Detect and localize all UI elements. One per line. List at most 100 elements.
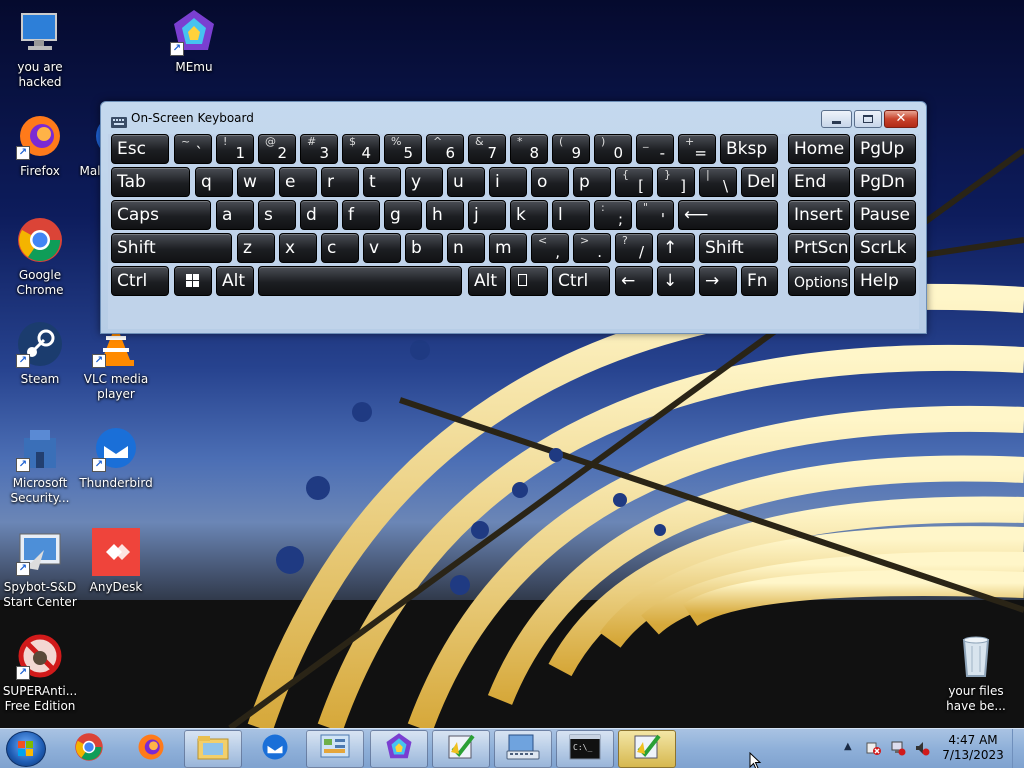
key-3[interactable]: #3 (300, 134, 338, 164)
key-v[interactable]: v (363, 233, 401, 263)
key-caps[interactable]: Caps (111, 200, 211, 230)
key-symbol-3-11[interactable]: ↑ (657, 233, 695, 263)
key-f[interactable]: f (342, 200, 380, 230)
key-r[interactable]: r (321, 167, 359, 197)
key-options[interactable]: Options (788, 266, 850, 296)
key-scrlk[interactable]: ScrLk (854, 233, 916, 263)
key-h[interactable]: h (426, 200, 464, 230)
key-k[interactable]: k (510, 200, 548, 230)
taskbar-item-memu[interactable] (370, 730, 428, 768)
key-d[interactable]: d (300, 200, 338, 230)
key-q[interactable]: q (195, 167, 233, 197)
key-e[interactable]: e (279, 167, 317, 197)
key-symbol-1-13[interactable]: | \ (699, 167, 737, 197)
key-windows[interactable] (174, 266, 212, 296)
key-shift[interactable]: Shift (111, 233, 232, 263)
close-button[interactable]: ✕ (884, 110, 918, 128)
desktop-icon-recycle-bin[interactable]: your files have be... (936, 632, 1016, 714)
key-alt[interactable]: Alt (216, 266, 254, 296)
key-shift[interactable]: Shift (699, 233, 778, 263)
key-symbol-1-11[interactable]: {[ (615, 167, 653, 197)
key-9[interactable]: (9 (552, 134, 590, 164)
key-help[interactable]: Help (854, 266, 916, 296)
taskbar-item-osk[interactable] (494, 730, 552, 768)
key-pause[interactable]: Pause (854, 200, 916, 230)
key-insert[interactable]: Insert (788, 200, 850, 230)
key-l[interactable]: l (552, 200, 590, 230)
key-2[interactable]: @2 (258, 134, 296, 164)
key-s[interactable]: s (258, 200, 296, 230)
key-space[interactable] (258, 266, 462, 296)
desktop-icon-mal[interactable]: Mal (78, 112, 102, 179)
on-screen-keyboard-window[interactable]: On-Screen Keyboard ✕ Esc ~ `! 1 @2 #3 $4% 5 ^ 6 & 7… (100, 101, 927, 334)
start-button[interactable] (6, 731, 46, 767)
key-home[interactable]: Home (788, 134, 850, 164)
key-menu[interactable] (510, 266, 548, 296)
show-hidden-icons-button[interactable]: ▲ (844, 741, 852, 752)
volume-muted-icon[interactable] (914, 740, 930, 756)
desktop-icon-memu[interactable]: ↗ MEmu (154, 8, 234, 75)
taskbar-item-control-panel[interactable] (306, 730, 364, 768)
key-n[interactable]: n (447, 233, 485, 263)
taskbar-item-firefox[interactable] (122, 730, 180, 768)
key-g[interactable]: g (384, 200, 422, 230)
key-symbol-3-9[interactable]: >. (573, 233, 611, 263)
key-symbol-3-8[interactable]: <, (531, 233, 569, 263)
key-j[interactable]: j (468, 200, 506, 230)
key-0[interactable]: ) 0 (594, 134, 632, 164)
key-i[interactable]: i (489, 167, 527, 197)
key-esc[interactable]: Esc (111, 134, 169, 164)
taskbar-item-explorer[interactable] (184, 730, 242, 768)
taskbar-item-notepad-check[interactable] (432, 730, 490, 768)
key-symbol-0-12[interactable]: _ - (636, 134, 674, 164)
key-pgdn[interactable]: PgDn (854, 167, 916, 197)
key-z[interactable]: z (237, 233, 275, 263)
maximize-button[interactable] (854, 110, 882, 128)
key-del[interactable]: Del (741, 167, 778, 197)
taskbar-item-notepad-check-2[interactable] (618, 730, 676, 768)
key-u[interactable]: u (447, 167, 485, 197)
key-4[interactable]: $4 (342, 134, 380, 164)
key-5[interactable]: % 5 (384, 134, 422, 164)
key-symbol-4-9[interactable]: → (699, 266, 737, 296)
key-y[interactable]: y (405, 167, 443, 197)
show-desktop-button[interactable] (1012, 729, 1024, 768)
key-8[interactable]: * 8 (510, 134, 548, 164)
minimize-button[interactable] (821, 110, 852, 128)
key-symbol-4-7[interactable]: ← (615, 266, 653, 296)
taskbar-item-cmd[interactable]: C:\_ (556, 730, 614, 768)
key-prtscn[interactable]: PrtScn (788, 233, 850, 263)
key-pgup[interactable]: PgUp (854, 134, 916, 164)
desktop-icon-firefox[interactable]: ↗ Firefox (0, 112, 80, 179)
key-6[interactable]: ^ 6 (426, 134, 464, 164)
key-ctrl[interactable]: Ctrl (552, 266, 610, 296)
desktop-icon-superantispyware[interactable]: ↗ SUPERAnti... Free Edition (0, 632, 80, 714)
key-symbol-0-1[interactable]: ~ ` (174, 134, 212, 164)
key-symbol-2-12[interactable]: ⟵ (678, 200, 778, 230)
key-1[interactable]: ! 1 (216, 134, 254, 164)
key-b[interactable]: b (405, 233, 443, 263)
key-p[interactable]: p (573, 167, 611, 197)
key-end[interactable]: End (788, 167, 850, 197)
desktop-icon-thunderbird[interactable]: ↗ Thunderbird (76, 424, 156, 491)
key-w[interactable]: w (237, 167, 275, 197)
desktop-icon-google-chrome[interactable]: Google Chrome (0, 216, 80, 298)
taskbar-item-thunderbird[interactable] (246, 730, 304, 768)
desktop-icon-spybot[interactable]: ↗ Spybot-S&D Start Center (0, 528, 80, 610)
desktop-icon-microsoft-security[interactable]: ↗ Microsoft Security... (0, 424, 80, 506)
desktop-icon-you-are-hacked[interactable]: you are hacked (0, 8, 80, 90)
key-tab[interactable]: Tab (111, 167, 190, 197)
key-symbol-1-12[interactable]: }] (657, 167, 695, 197)
window-titlebar[interactable]: On-Screen Keyboard ✕ (101, 102, 926, 134)
key-c[interactable]: c (321, 233, 359, 263)
action-center-icon[interactable] (866, 740, 882, 756)
key-x[interactable]: x (279, 233, 317, 263)
key-symbol-3-10[interactable]: ? / (615, 233, 653, 263)
key-m[interactable]: m (489, 233, 527, 263)
key-symbol-2-10[interactable]: :; (594, 200, 632, 230)
key-fn[interactable]: Fn (741, 266, 778, 296)
key-symbol-0-13[interactable]: + = (678, 134, 716, 164)
key-o[interactable]: o (531, 167, 569, 197)
taskbar-item-chrome[interactable] (60, 730, 118, 768)
network-icon[interactable] (890, 740, 906, 756)
